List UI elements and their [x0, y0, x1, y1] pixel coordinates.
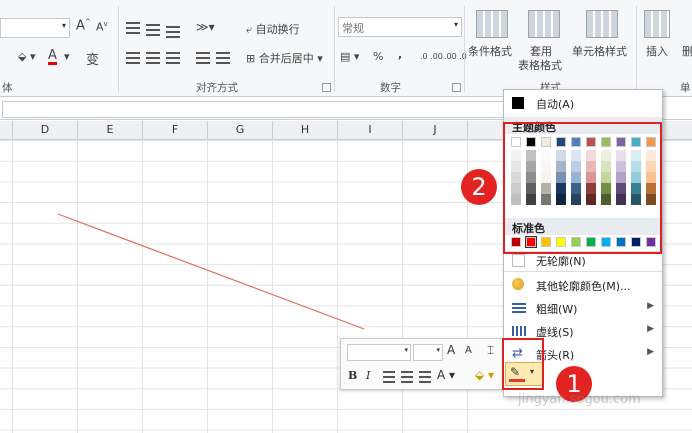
highlight-outline-button: [502, 338, 544, 390]
menu-item-more-colors[interactable]: 其他轮廓颜色(M)...: [504, 274, 662, 296]
highlight-color-palette: [503, 122, 662, 254]
mini-font-combo[interactable]: ▾: [347, 344, 411, 361]
mini-format-painter-icon[interactable]: ⌶: [487, 343, 494, 358]
menu-item-label: 其他轮廓颜色(M)...: [536, 280, 631, 293]
menu-item-label: 无轮廓(N): [536, 255, 586, 268]
chevron-right-icon: ▶: [647, 301, 654, 311]
mini-indent-icon[interactable]: [419, 371, 431, 383]
menu-item-label: 自动(A): [536, 98, 575, 111]
divider: [504, 271, 662, 272]
mini-size-combo[interactable]: ▾: [413, 344, 443, 361]
mini-italic-button[interactable]: I: [366, 369, 370, 382]
no-outline-icon: [512, 254, 525, 267]
line-weight-icon: [512, 303, 526, 313]
menu-item-weight[interactable]: 粗细(W) ▶: [504, 297, 662, 319]
step-badge-2: 2: [461, 169, 497, 205]
chevron-right-icon: ▶: [647, 324, 654, 334]
watermark: jingyan.sogou.com: [518, 392, 641, 407]
mini-shrink-font-button[interactable]: A: [465, 345, 472, 356]
mini-align-center-icon[interactable]: [383, 371, 395, 383]
mini-font-color-button[interactable]: A ▾: [437, 368, 455, 382]
dash-style-icon: [512, 326, 526, 336]
menu-item-automatic[interactable]: 自动(A): [504, 92, 662, 114]
menu-item-label: 粗细(W): [536, 303, 578, 316]
mini-bold-button[interactable]: B: [348, 369, 357, 382]
mini-align-right-icon[interactable]: [401, 371, 413, 383]
black-swatch-icon: [512, 97, 524, 109]
mini-grow-font-button[interactable]: A: [447, 343, 455, 357]
mini-toolbar: ▾ ▾ A A ⌶ B I A ▾ ⬙ ▾: [340, 338, 520, 390]
mini-fill-color-icon[interactable]: ⬙ ▾: [475, 368, 494, 382]
palette-icon: [512, 278, 524, 290]
chevron-right-icon: ▶: [647, 347, 654, 357]
